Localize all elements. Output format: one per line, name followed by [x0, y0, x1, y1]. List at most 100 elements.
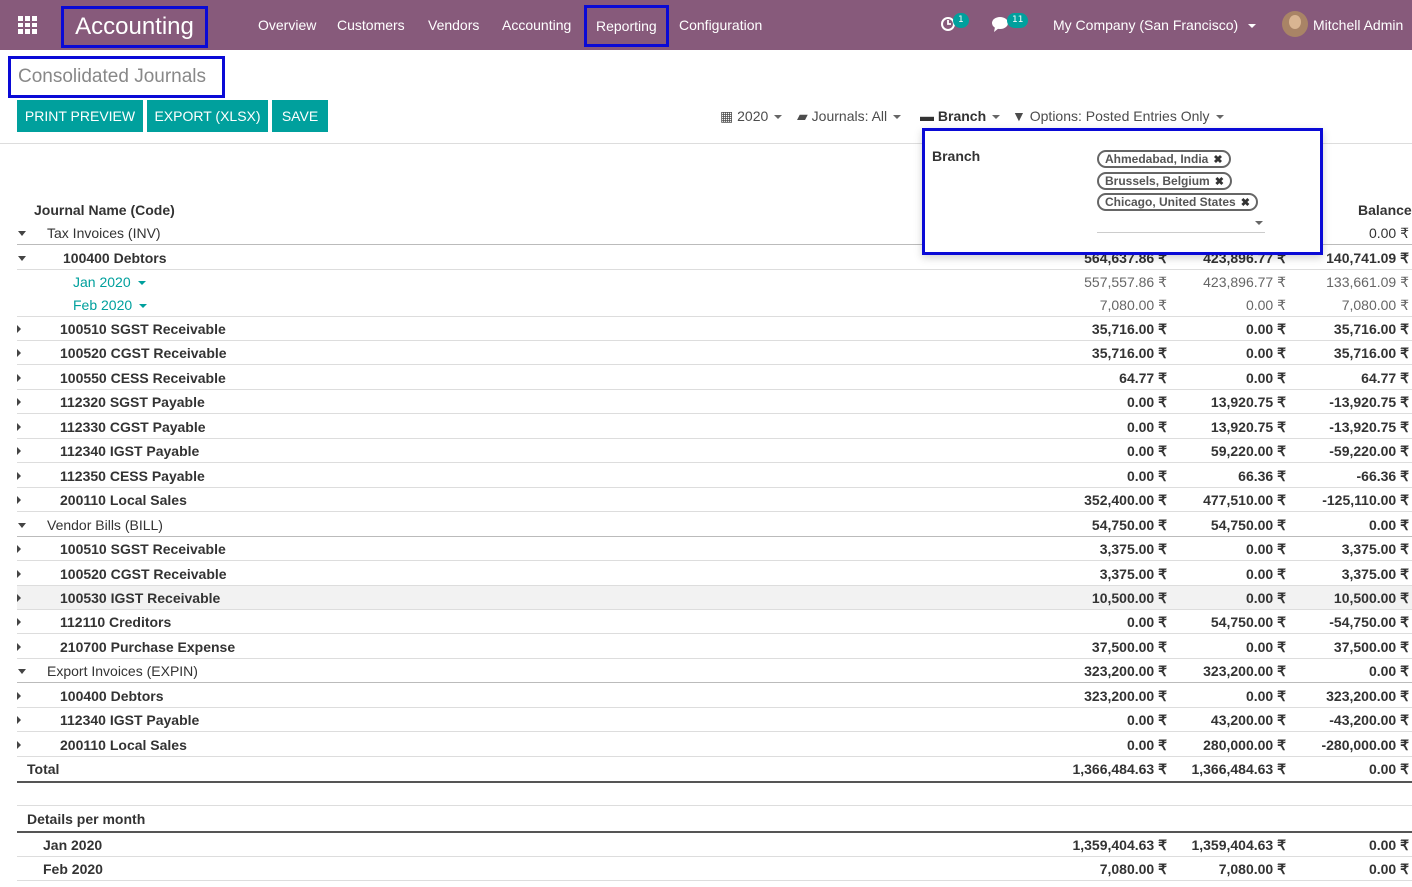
branch-tag-label: Brussels, Belgium [1105, 174, 1210, 188]
debit-cell: 35,716.00 ₹ [1091, 321, 1167, 337]
account-row[interactable]: 200110 Local Sales 352,400.00 ₹ 477,510.… [17, 488, 1412, 512]
credit-cell: 0.00 ₹ [1245, 321, 1286, 337]
row-label: 112340 IGST Payable [60, 712, 200, 728]
branch-tag[interactable]: Ahmedabad, India ✖ [1097, 150, 1231, 168]
row-label: 112110 Creditors [60, 614, 172, 630]
account-row[interactable]: 100510 SGST Receivable 35,716.00 ₹ 0.00 … [17, 317, 1412, 341]
account-row[interactable]: 100520 CGST Receivable 35,716.00 ₹ 0.00 … [17, 341, 1412, 365]
credit-cell: 0.00 ₹ [1245, 566, 1286, 582]
messages-badge: 11 [1007, 13, 1029, 28]
caret-right-icon [17, 349, 21, 357]
menu-vendors[interactable]: Vendors [428, 0, 479, 50]
account-row[interactable]: 210700 Purchase Expense 37,500.00 ₹ 0.00… [17, 635, 1412, 659]
account-row[interactable]: 112110 Creditors 0.00 ₹ 54,750.00 ₹ -54,… [17, 610, 1412, 634]
caret-right-icon [17, 325, 21, 333]
user-avatar[interactable] [1282, 11, 1308, 37]
account-row[interactable]: 200110 Local Sales 0.00 ₹ 280,000.00 ₹ -… [17, 733, 1412, 757]
account-row[interactable]: 100510 SGST Receivable 3,375.00 ₹ 0.00 ₹… [17, 537, 1412, 561]
branch-select-input[interactable] [1097, 215, 1265, 233]
export-xlsx-button[interactable]: EXPORT (XLSX) [147, 100, 268, 132]
chevron-down-icon [1248, 24, 1257, 29]
options-filter[interactable]: ▼ Options: Posted Entries Only [1012, 106, 1224, 126]
credit-cell: 0.00 ₹ [1245, 541, 1286, 557]
col-header-name: Journal Name (Code) [34, 202, 175, 218]
account-row[interactable]: 112340 IGST Payable 0.00 ₹ 59,220.00 ₹ -… [17, 439, 1412, 463]
debit-cell: 557,557.86 ₹ [1084, 274, 1167, 290]
account-row[interactable]: 100550 CESS Receivable 64.77 ₹ 0.00 ₹ 64… [17, 366, 1412, 390]
debit-cell: 0.00 ₹ [1126, 614, 1167, 630]
chevron-down-icon [1215, 115, 1224, 120]
credit-cell: 13,920.75 ₹ [1210, 419, 1286, 435]
menu-overview[interactable]: Overview [258, 0, 316, 50]
debit-cell: 3,375.00 ₹ [1099, 541, 1167, 557]
account-row[interactable]: 112350 CESS Payable 0.00 ₹ 66.36 ₹ -66.3… [17, 464, 1412, 488]
activity-badge: 1 [953, 13, 969, 28]
account-row[interactable]: 112330 CGST Payable 0.00 ₹ 13,920.75 ₹ -… [17, 415, 1412, 439]
page-title: Consolidated Journals [8, 56, 225, 98]
account-row[interactable]: 112340 IGST Payable 0.00 ₹ 43,200.00 ₹ -… [17, 708, 1412, 732]
save-button[interactable]: SAVE [272, 100, 328, 132]
debit-cell: 3,375.00 ₹ [1099, 566, 1167, 582]
menu-accounting[interactable]: Accounting [502, 0, 571, 50]
month-row[interactable]: Feb 2020 7,080.00 ₹ 0.00 ₹ 7,080.00 ₹ [17, 293, 1412, 317]
book-icon: ▰ [797, 108, 808, 124]
debit-cell: 37,500.00 ₹ [1091, 639, 1167, 655]
row-label: Total [27, 761, 60, 777]
total-row: Total 1,366,484.63 ₹ 1,366,484.63 ₹ 0.00… [17, 757, 1412, 783]
debit-cell: 0.00 ₹ [1126, 394, 1167, 410]
branch-tag-label: Chicago, United States [1105, 195, 1236, 209]
menu-configuration[interactable]: Configuration [679, 0, 762, 50]
account-row[interactable]: 112320 SGST Payable 0.00 ₹ 13,920.75 ₹ -… [17, 390, 1412, 414]
caret-right-icon [17, 618, 21, 626]
details-header-row: Details per month [17, 807, 1412, 833]
account-row[interactable]: 100400 Debtors 323,200.00 ₹ 0.00 ₹ 323,2… [17, 684, 1412, 708]
balance-cell: 133,661.09 ₹ [1326, 274, 1409, 290]
credit-cell: 280,000.00 ₹ [1203, 737, 1286, 753]
branch-filter-label: Branch [937, 108, 987, 124]
row-label: 100400 Debtors [63, 250, 167, 266]
caret-right-icon [17, 741, 21, 749]
row-label: 112350 CESS Payable [60, 468, 205, 484]
row-label: 100520 CGST Receivable [60, 345, 227, 361]
date-filter[interactable]: ▦ 2020 [720, 106, 783, 126]
balance-cell: 323,200.00 ₹ [1326, 688, 1409, 704]
funnel-icon: ▼ [1012, 108, 1026, 124]
menu-reporting[interactable]: Reporting [584, 5, 669, 47]
branch-filter[interactable]: ▬ Branch [920, 106, 1001, 126]
journal-row[interactable]: Export Invoices (EXPIN) 323,200.00 ₹ 323… [17, 659, 1412, 683]
remove-icon[interactable]: ✖ [1215, 176, 1224, 188]
debit-cell: 323,200.00 ₹ [1084, 688, 1167, 704]
menu-customers[interactable]: Customers [337, 0, 405, 50]
print-preview-button[interactable]: PRINT PREVIEW [17, 100, 143, 132]
debit-cell: 0.00 ₹ [1126, 737, 1167, 753]
branch-dropdown-label: Branch [932, 148, 981, 164]
balance-cell: -125,110.00 ₹ [1322, 492, 1409, 508]
company-switcher[interactable]: My Company (San Francisco) [1053, 0, 1257, 50]
balance-cell: 3,375.00 ₹ [1341, 566, 1409, 582]
app-brand[interactable]: Accounting [61, 6, 208, 48]
journals-filter[interactable]: ▰ Journals: All [797, 106, 902, 126]
chevron-down-icon [1255, 221, 1263, 225]
balance-cell: 0.00 ₹ [1368, 225, 1409, 241]
month-link[interactable]: Feb 2020 [73, 293, 148, 317]
branch-tag[interactable]: Chicago, United States ✖ [1097, 193, 1258, 211]
credit-cell: 54,750.00 ₹ [1210, 614, 1286, 630]
caret-down-icon [18, 669, 26, 674]
user-menu[interactable]: Mitchell Admin [1313, 0, 1403, 50]
remove-icon[interactable]: ✖ [1213, 154, 1222, 166]
branch-tag[interactable]: Brussels, Belgium ✖ [1097, 172, 1232, 190]
month-row[interactable]: Jan 2020 557,557.86 ₹ 423,896.77 ₹ 133,6… [17, 270, 1412, 294]
remove-icon[interactable]: ✖ [1241, 197, 1250, 209]
caret-right-icon [17, 716, 21, 724]
debit-cell: 7,080.00 ₹ [1099, 297, 1167, 313]
debit-cell: 0.00 ₹ [1126, 468, 1167, 484]
account-row[interactable]: 100530 IGST Receivable 10,500.00 ₹ 0.00 … [17, 586, 1412, 610]
account-row[interactable]: 100520 CGST Receivable 3,375.00 ₹ 0.00 ₹… [17, 562, 1412, 586]
apps-grid-icon[interactable] [18, 16, 37, 34]
caret-down-icon [18, 256, 26, 261]
debit-cell: 352,400.00 ₹ [1084, 492, 1167, 508]
caret-right-icon [17, 423, 21, 431]
month-link[interactable]: Jan 2020 [73, 270, 146, 294]
row-label: Export Invoices (EXPIN) [47, 663, 198, 679]
journal-row[interactable]: Vendor Bills (BILL) 54,750.00 ₹ 54,750.0… [17, 513, 1412, 537]
